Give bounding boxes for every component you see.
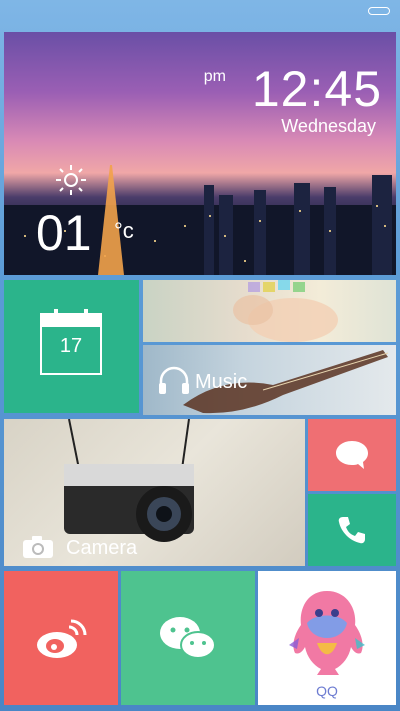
clock-day: Wednesday [281,116,376,136]
camera-icon [23,536,53,558]
temperature-unit: °c [114,218,134,243]
hands-photo-image [233,280,338,342]
calendar-tile[interactable]: 17 [4,280,139,413]
headphones-icon [159,366,189,394]
sun-icon [56,165,86,195]
calendar-icon: 17 [40,309,102,375]
camera-label: Camera [66,537,138,559]
photos-tile[interactable] [143,280,396,342]
calendar-date: 17 [59,335,83,357]
qq-tile[interactable]: QQ [258,571,396,705]
messages-tile[interactable] [308,419,396,491]
weibo-tile[interactable] [4,571,118,705]
battery-indicator [368,7,390,15]
qq-label: QQ [316,683,338,699]
weather-clock-tile[interactable]: pm 12:45 Wednesday 01 °c [4,32,396,275]
phone-tile[interactable] [308,494,396,566]
weibo-icon [37,619,87,658]
music-tile[interactable]: Music [143,345,396,415]
wechat-icon [160,617,216,659]
phone-icon [338,517,365,544]
wechat-tile[interactable] [121,571,255,705]
clock-period: pm [203,68,226,85]
music-label: Music [195,371,248,393]
temperature-value: 01 [36,205,92,261]
clock-time: 12:45 [251,61,382,117]
chat-bubble-icon [336,441,368,469]
camera-tile[interactable]: Camera [4,419,305,566]
qq-penguin-icon [289,590,365,675]
